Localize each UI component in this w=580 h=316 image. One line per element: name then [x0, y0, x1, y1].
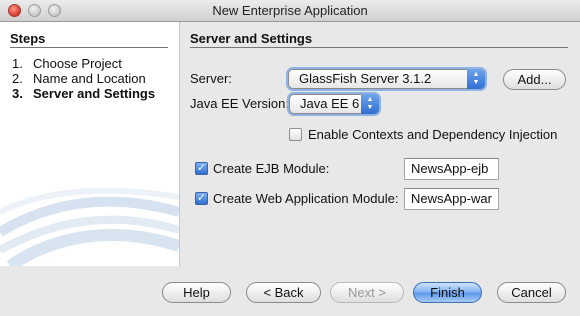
step-label: Name and Location: [33, 71, 146, 86]
web-module-name-input[interactable]: NewsApp-war: [404, 188, 499, 210]
create-ejb-module-checkbox[interactable]: ✓: [195, 162, 208, 175]
back-button[interactable]: < Back: [246, 282, 321, 303]
cancel-button[interactable]: Cancel: [497, 282, 566, 303]
server-label: Server:: [190, 71, 232, 86]
java-ee-version-value: Java EE 6: [300, 96, 360, 111]
decorative-swirl-graphic: [0, 187, 179, 266]
enable-cdi-checkbox[interactable]: [289, 128, 302, 141]
next-button[interactable]: Next >: [330, 282, 404, 303]
step-name-and-location: 2. Name and Location: [12, 71, 146, 86]
panel-divider: [190, 47, 568, 48]
up-down-arrows-icon: ▲ ▼: [467, 69, 485, 89]
create-web-module-checkbox[interactable]: ✓: [195, 192, 208, 205]
ejb-module-name-input[interactable]: NewsApp-ejb: [404, 158, 499, 180]
help-button[interactable]: Help: [162, 282, 231, 303]
steps-panel: Steps 1. Choose Project 2. Name and Locati…: [0, 22, 180, 266]
java-ee-version-select[interactable]: Java EE 6 ▲ ▼: [289, 94, 379, 114]
create-web-module-label[interactable]: Create Web Application Module:: [213, 191, 398, 206]
enable-cdi-label[interactable]: Enable Contexts and Dependency Injection: [308, 127, 557, 142]
finish-button[interactable]: Finish: [413, 282, 482, 303]
server-select-value: GlassFish Server 3.1.2: [299, 71, 432, 86]
step-label: Server and Settings: [33, 86, 156, 101]
steps-divider: [10, 47, 168, 48]
step-number: 2.: [12, 71, 23, 86]
step-choose-project: 1. Choose Project: [12, 56, 122, 71]
up-down-arrows-icon: ▲ ▼: [361, 94, 379, 114]
server-select[interactable]: GlassFish Server 3.1.2 ▲ ▼: [288, 69, 485, 89]
window-title: New Enterprise Application: [212, 3, 368, 18]
step-label: Choose Project: [33, 56, 122, 71]
steps-title: Steps: [10, 31, 46, 46]
step-server-and-settings: 3. Server and Settings: [12, 86, 155, 101]
step-number: 3.: [12, 86, 23, 101]
panel-title: Server and Settings: [190, 31, 313, 46]
step-number: 1.: [12, 56, 23, 71]
java-ee-version-label: Java EE Version:: [190, 96, 289, 111]
title-bar: New Enterprise Application: [0, 0, 580, 22]
create-ejb-module-label[interactable]: Create EJB Module:: [213, 161, 329, 176]
add-server-button[interactable]: Add...: [503, 69, 566, 90]
